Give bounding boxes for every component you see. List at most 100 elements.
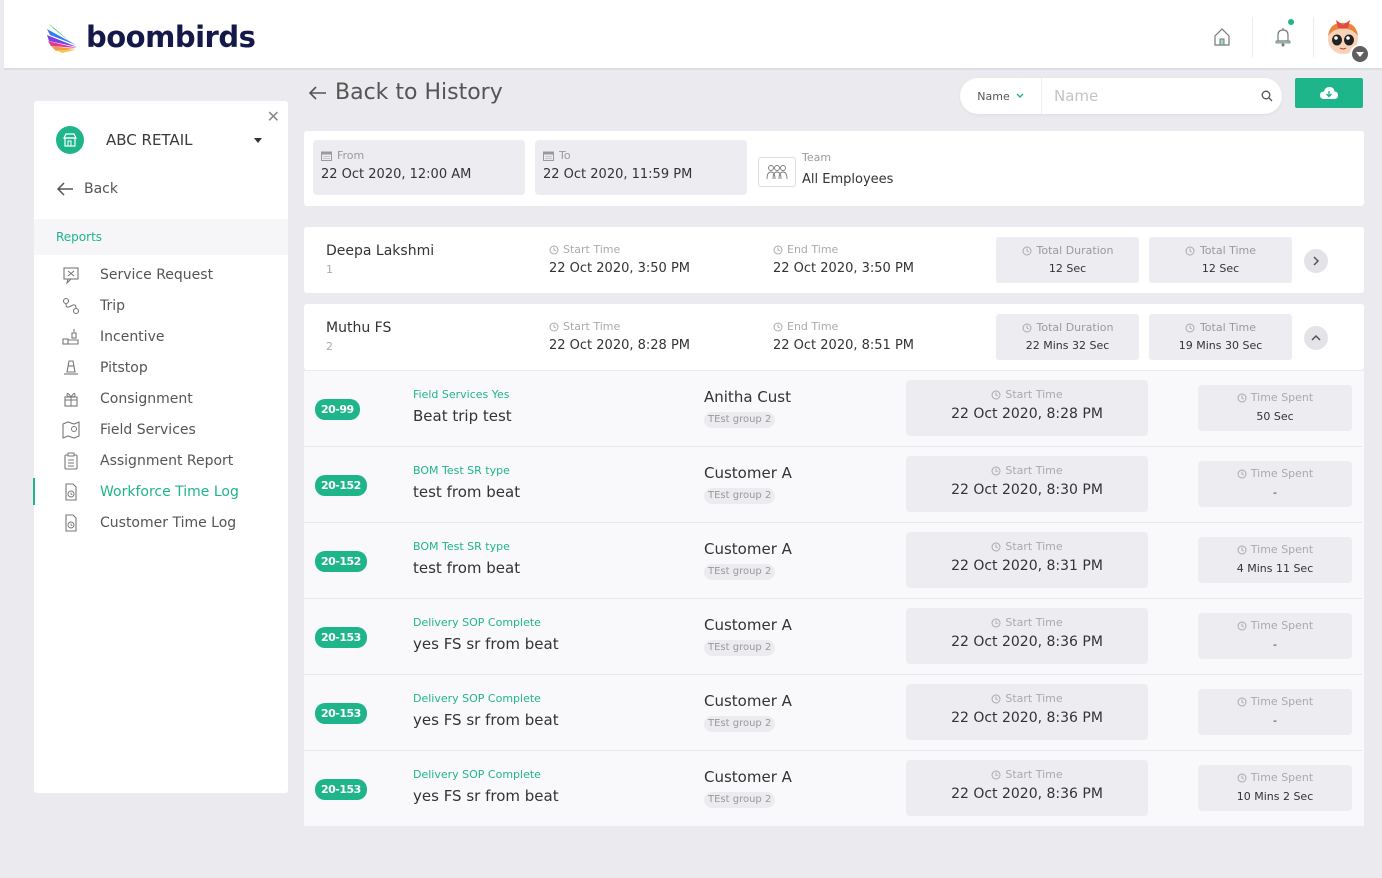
- task-id-badge: 20-99: [315, 399, 360, 420]
- start-time-value: 22 Oct 2020, 8:28 PM: [549, 338, 691, 353]
- total-time-value: 12 Sec: [1201, 262, 1240, 275]
- clock-icon: [1185, 246, 1195, 255]
- org-selector[interactable]: ABC RETAIL: [56, 125, 266, 155]
- end-time-label: End Time: [787, 243, 839, 256]
- time-spent-value: 10 Mins 2 Sec: [1236, 790, 1314, 803]
- task-type: Delivery SOP Complete: [413, 768, 541, 781]
- sidebar-item-label: Workforce Time Log: [100, 483, 239, 500]
- total-time-label: Total Time: [1199, 244, 1257, 257]
- expand-button[interactable]: [1304, 249, 1328, 273]
- sidebar-item-label: Incentive: [100, 328, 165, 345]
- task-time-spent-box: Time Spent -: [1198, 613, 1352, 659]
- task-id-badge: 20-153: [315, 627, 367, 648]
- start-time-field: Start Time 22 Oct 2020, 8:28 PM: [549, 320, 690, 353]
- clock-icon: [1237, 545, 1247, 554]
- to-value: 22 Oct 2020, 11:59 PM: [543, 167, 693, 182]
- home-button[interactable]: [1192, 14, 1252, 60]
- total-duration-value: 12 Sec: [1048, 262, 1087, 275]
- task-id-badge: 20-152: [315, 475, 367, 496]
- task-row[interactable]: 20-152 BOM Test SR type test from beat C…: [304, 523, 1362, 599]
- sidebar-item-label: Pitstop: [100, 359, 148, 376]
- task-title: yes FS sr from beat: [413, 711, 559, 729]
- reports-nav: Service Request Trip Incentive Pitstop C…: [33, 259, 288, 538]
- task-id-badge: 20-153: [315, 703, 367, 724]
- task-row[interactable]: 20-153 Delivery SOP Complete yes FS sr f…: [304, 599, 1362, 675]
- end-time-value: 22 Oct 2020, 8:51 PM: [773, 338, 915, 353]
- total-duration-value: 22 Mins 32 Sec: [1025, 339, 1110, 352]
- trip-icon: [62, 297, 80, 315]
- search-input[interactable]: [1042, 87, 1252, 105]
- search-bar: Name: [960, 78, 1282, 114]
- task-title: test from beat: [413, 559, 521, 577]
- start-time-value: 22 Oct 2020, 8:31 PM: [951, 558, 1103, 574]
- header-actions: [1192, 14, 1370, 64]
- sidebar-item-service-request[interactable]: Service Request: [34, 259, 288, 290]
- employee-name: Muthu FS: [326, 320, 392, 336]
- search-icon[interactable]: [1252, 90, 1282, 102]
- task-row[interactable]: 20-153 Delivery SOP Complete yes FS sr f…: [304, 751, 1362, 827]
- sidebar-item-customer-time-log[interactable]: Customer Time Log: [34, 507, 288, 538]
- brand-logo[interactable]: boombirds: [46, 20, 256, 54]
- task-type: BOM Test SR type: [413, 464, 510, 477]
- notifications-button[interactable]: [1253, 14, 1313, 60]
- sidebar-item-consignment[interactable]: Consignment: [34, 383, 288, 414]
- customer-group-tag: TEst group 2: [704, 716, 776, 732]
- sidebar-close-button[interactable]: ✕: [267, 107, 280, 126]
- clock-icon: [1237, 469, 1247, 478]
- sidebar-item-pitstop[interactable]: Pitstop: [34, 352, 288, 383]
- reports-section-title: Reports: [34, 219, 288, 255]
- start-time-value: 22 Oct 2020, 8:36 PM: [951, 634, 1103, 650]
- task-title: yes FS sr from beat: [413, 787, 559, 805]
- calendar-icon: [321, 151, 332, 161]
- start-time-label: Start Time: [1005, 692, 1063, 705]
- from-date-picker[interactable]: From 22 Oct 2020, 12:00 AM: [313, 140, 525, 195]
- avatar-menu-caret[interactable]: [1350, 44, 1370, 64]
- task-start-time-box: Start Time 22 Oct 2020, 8:36 PM: [906, 608, 1148, 664]
- filter-card: From 22 Oct 2020, 12:00 AM To 22 Oct 202…: [304, 131, 1364, 206]
- collapse-button[interactable]: [1304, 326, 1328, 350]
- total-duration-label: Total Duration: [1036, 244, 1114, 257]
- org-name: ABC RETAIL: [106, 131, 193, 149]
- customer-group-tag: TEst group 2: [704, 640, 776, 656]
- notification-dot: [1288, 19, 1294, 25]
- boombirds-logo-icon: [47, 23, 77, 53]
- sidebar-item-label: Field Services: [100, 421, 196, 438]
- home-icon: [1214, 28, 1230, 46]
- employee-row[interactable]: Muthu FS 2 Start Time 22 Oct 2020, 8:28 …: [304, 304, 1364, 370]
- to-date-picker[interactable]: To 22 Oct 2020, 11:59 PM: [535, 140, 747, 195]
- sidebar-item-assignment-report[interactable]: Assignment Report: [34, 445, 288, 476]
- start-time-label: Start Time: [1005, 768, 1063, 781]
- calendar-icon: [543, 151, 554, 161]
- task-row[interactable]: 20-152 BOM Test SR type test from beat C…: [304, 447, 1362, 523]
- search-field-select[interactable]: Name: [960, 78, 1042, 114]
- to-label-row: To: [543, 149, 747, 162]
- team-label: Team: [802, 151, 832, 164]
- sidebar-item-incentive[interactable]: Incentive: [34, 321, 288, 352]
- sidebar-back-link[interactable]: Back: [56, 181, 118, 197]
- start-time-label: Start Time: [563, 320, 621, 333]
- sidebar-item-trip[interactable]: Trip: [34, 290, 288, 321]
- time-spent-value: 4 Mins 11 Sec: [1236, 562, 1314, 575]
- sidebar-item-workforce-time-log[interactable]: Workforce Time Log: [33, 476, 288, 507]
- task-row[interactable]: 20-99 Field Services Yes Beat trip test …: [304, 371, 1362, 447]
- clock-icon: [1237, 621, 1247, 630]
- back-to-history-link[interactable]: Back to History: [307, 80, 503, 105]
- time-spent-label: Time Spent: [1250, 619, 1314, 632]
- task-type: Field Services Yes: [413, 388, 510, 401]
- pitstop-icon: [62, 359, 80, 377]
- download-button[interactable]: [1295, 78, 1363, 108]
- consignment-icon: [62, 390, 80, 408]
- employee-row[interactable]: Deepa Lakshmi 1 Start Time 22 Oct 2020, …: [304, 227, 1364, 293]
- task-row[interactable]: 20-153 Delivery SOP Complete yes FS sr f…: [304, 675, 1362, 751]
- start-time-label: Start Time: [1005, 616, 1063, 629]
- start-time-value: 22 Oct 2020, 8:36 PM: [951, 786, 1103, 802]
- employee-index: 2: [326, 340, 333, 353]
- start-time-field: Start Time 22 Oct 2020, 3:50 PM: [549, 243, 690, 276]
- team-selector[interactable]: Team All Employees: [758, 151, 893, 187]
- chevron-up-icon: [1311, 334, 1321, 341]
- sidebar-item-label: Service Request: [100, 266, 214, 283]
- customer-name: Customer A: [704, 540, 792, 558]
- sidebar-item-field-services[interactable]: Field Services: [34, 414, 288, 445]
- start-time-label: Start Time: [1005, 388, 1063, 401]
- avatar[interactable]: [1322, 16, 1370, 64]
